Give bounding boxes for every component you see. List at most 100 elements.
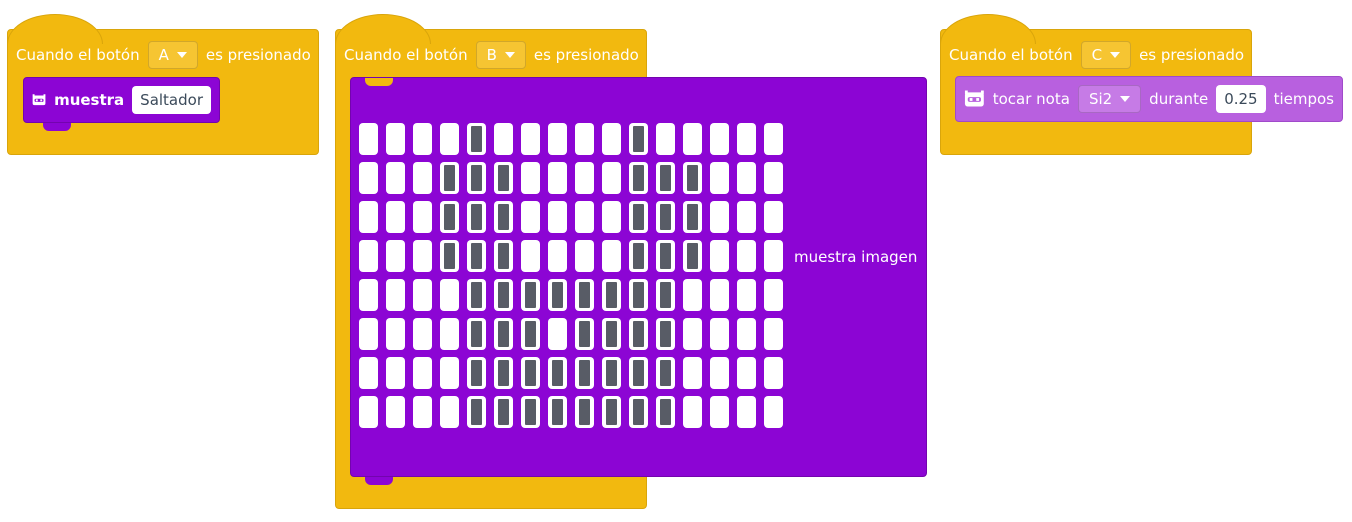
led-cell[interactable] xyxy=(683,318,702,350)
led-cell[interactable] xyxy=(602,201,621,233)
led-cell[interactable] xyxy=(629,240,648,272)
led-cell[interactable] xyxy=(737,240,756,272)
led-cell[interactable] xyxy=(440,279,459,311)
led-cell[interactable] xyxy=(737,162,756,194)
led-cell[interactable] xyxy=(467,396,486,428)
note-dropdown[interactable]: Si2 xyxy=(1077,85,1142,113)
button-dropdown[interactable]: C xyxy=(1080,41,1132,69)
led-cell[interactable] xyxy=(521,162,540,194)
led-cell[interactable] xyxy=(629,318,648,350)
led-cell[interactable] xyxy=(575,123,594,155)
led-cell[interactable] xyxy=(521,318,540,350)
led-cell[interactable] xyxy=(494,240,513,272)
led-cell[interactable] xyxy=(548,201,567,233)
led-cell[interactable] xyxy=(737,123,756,155)
led-cell[interactable] xyxy=(764,162,783,194)
led-cell[interactable] xyxy=(683,396,702,428)
led-cell[interactable] xyxy=(359,240,378,272)
button-dropdown[interactable]: A xyxy=(147,41,198,69)
led-matrix[interactable] xyxy=(359,123,783,428)
led-cell[interactable] xyxy=(629,162,648,194)
led-cell[interactable] xyxy=(359,123,378,155)
led-cell[interactable] xyxy=(656,357,675,389)
led-cell[interactable] xyxy=(386,240,405,272)
led-cell[interactable] xyxy=(548,123,567,155)
led-cell[interactable] xyxy=(413,279,432,311)
led-cell[interactable] xyxy=(413,318,432,350)
led-cell[interactable] xyxy=(656,201,675,233)
led-cell[interactable] xyxy=(710,279,729,311)
led-cell[interactable] xyxy=(413,396,432,428)
led-cell[interactable] xyxy=(413,201,432,233)
led-cell[interactable] xyxy=(575,318,594,350)
led-cell[interactable] xyxy=(548,318,567,350)
led-cell[interactable] xyxy=(656,279,675,311)
led-cell[interactable] xyxy=(656,318,675,350)
led-cell[interactable] xyxy=(521,201,540,233)
led-cell[interactable] xyxy=(656,240,675,272)
led-cell[interactable] xyxy=(602,396,621,428)
led-cell[interactable] xyxy=(467,201,486,233)
led-cell[interactable] xyxy=(710,162,729,194)
led-cell[interactable] xyxy=(440,240,459,272)
led-cell[interactable] xyxy=(683,162,702,194)
led-cell[interactable] xyxy=(413,123,432,155)
led-cell[interactable] xyxy=(710,240,729,272)
led-cell[interactable] xyxy=(602,162,621,194)
led-cell[interactable] xyxy=(548,162,567,194)
led-cell[interactable] xyxy=(764,357,783,389)
led-cell[interactable] xyxy=(548,357,567,389)
led-cell[interactable] xyxy=(764,396,783,428)
led-cell[interactable] xyxy=(386,162,405,194)
event-block-button-a[interactable]: Cuando el botón A es presionado muestra … xyxy=(7,14,319,155)
led-cell[interactable] xyxy=(575,396,594,428)
led-cell[interactable] xyxy=(494,201,513,233)
led-cell[interactable] xyxy=(656,123,675,155)
led-cell[interactable] xyxy=(467,357,486,389)
led-cell[interactable] xyxy=(494,162,513,194)
led-cell[interactable] xyxy=(602,318,621,350)
led-cell[interactable] xyxy=(683,201,702,233)
led-cell[interactable] xyxy=(629,357,648,389)
led-cell[interactable] xyxy=(494,279,513,311)
led-cell[interactable] xyxy=(440,162,459,194)
led-cell[interactable] xyxy=(683,357,702,389)
led-cell[interactable] xyxy=(737,318,756,350)
led-cell[interactable] xyxy=(413,240,432,272)
led-cell[interactable] xyxy=(656,396,675,428)
led-cell[interactable] xyxy=(440,201,459,233)
led-cell[interactable] xyxy=(548,240,567,272)
led-cell[interactable] xyxy=(710,357,729,389)
led-cell[interactable] xyxy=(467,318,486,350)
led-cell[interactable] xyxy=(494,396,513,428)
led-cell[interactable] xyxy=(521,123,540,155)
led-cell[interactable] xyxy=(629,279,648,311)
led-cell[interactable] xyxy=(386,279,405,311)
led-cell[interactable] xyxy=(764,123,783,155)
led-cell[interactable] xyxy=(359,357,378,389)
led-cell[interactable] xyxy=(413,162,432,194)
led-cell[interactable] xyxy=(656,162,675,194)
led-cell[interactable] xyxy=(521,396,540,428)
led-cell[interactable] xyxy=(602,357,621,389)
led-cell[interactable] xyxy=(440,357,459,389)
led-cell[interactable] xyxy=(548,279,567,311)
led-cell[interactable] xyxy=(386,123,405,155)
led-cell[interactable] xyxy=(575,201,594,233)
led-cell[interactable] xyxy=(764,318,783,350)
led-cell[interactable] xyxy=(602,240,621,272)
led-cell[interactable] xyxy=(737,396,756,428)
led-cell[interactable] xyxy=(575,162,594,194)
led-cell[interactable] xyxy=(521,279,540,311)
led-cell[interactable] xyxy=(413,357,432,389)
led-cell[interactable] xyxy=(359,279,378,311)
led-cell[interactable] xyxy=(359,318,378,350)
led-cell[interactable] xyxy=(575,357,594,389)
led-cell[interactable] xyxy=(467,162,486,194)
led-cell[interactable] xyxy=(737,357,756,389)
led-cell[interactable] xyxy=(521,357,540,389)
led-cell[interactable] xyxy=(629,201,648,233)
led-cell[interactable] xyxy=(683,240,702,272)
led-cell[interactable] xyxy=(683,123,702,155)
led-cell[interactable] xyxy=(737,279,756,311)
